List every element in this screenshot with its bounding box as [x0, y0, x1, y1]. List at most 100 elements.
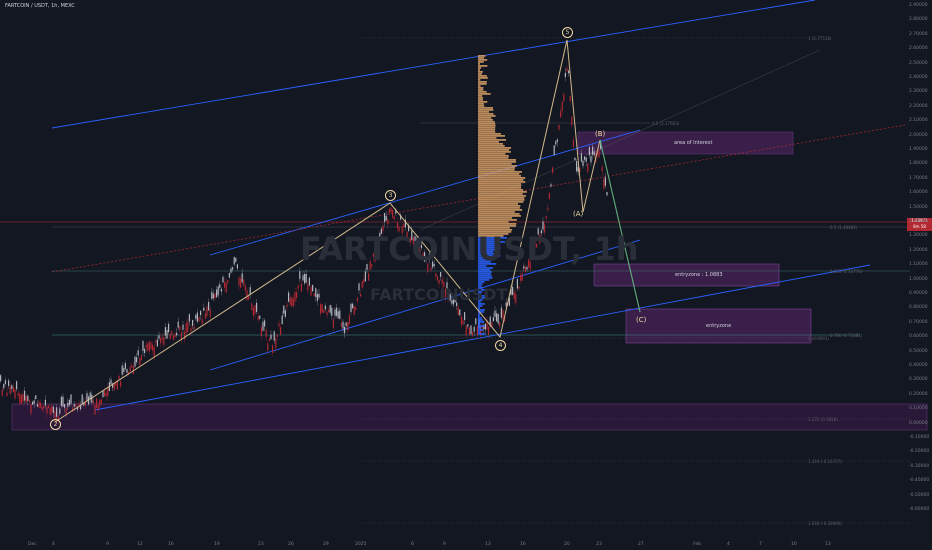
volume-profile-bar: [478, 149, 510, 151]
candle: [288, 292, 290, 302]
volume-profile-bar: [478, 169, 515, 171]
candle: [281, 315, 283, 325]
price-axis-label: 0.40000: [909, 363, 928, 368]
candle: [547, 207, 549, 210]
candle: [203, 307, 205, 311]
volume-profile-bar: [478, 259, 493, 261]
candle: [468, 327, 470, 335]
volume-profile-bar: [478, 95, 483, 97]
candle: [518, 286, 520, 289]
volume-profile-bar: [478, 157, 509, 159]
price-axis-label: 2.50000: [909, 60, 928, 66]
price-axis-label: 0.10000: [909, 406, 928, 412]
candle: [592, 146, 594, 155]
zone-bottom[interactable]: [11, 403, 928, 431]
volume-profile-bar: [478, 257, 496, 259]
volume-profile-bar: [478, 79, 481, 81]
candle: [403, 224, 405, 228]
volume-profile-bar: [478, 253, 496, 255]
volume-profile[interactable]: [478, 55, 527, 335]
candle: [276, 334, 278, 337]
candle: [4, 380, 6, 384]
candle: [576, 161, 578, 172]
candle: [604, 177, 606, 186]
candle: [304, 274, 306, 284]
candle: [345, 322, 347, 326]
candle: [129, 366, 131, 372]
candle: [411, 230, 413, 241]
candle: [73, 404, 75, 407]
candle: [590, 156, 592, 163]
volume-profile-bar: [478, 181, 526, 183]
candle: [500, 307, 502, 318]
candle: [313, 293, 315, 297]
price-axis-label: 1.50000: [909, 204, 928, 210]
candle: [532, 247, 534, 252]
chart-canvas[interactable]: [0, 0, 932, 550]
candle: [526, 266, 528, 270]
volume-profile-bar: [478, 109, 494, 111]
candle: [152, 344, 154, 351]
symbol-title: FARTCOIN / USDT, 1h, MEXC: [5, 3, 75, 9]
candle: [264, 320, 266, 327]
candle: [568, 70, 570, 74]
time-axis-label: Feb: [693, 542, 701, 547]
candle: [198, 316, 200, 322]
candle: [176, 332, 178, 336]
candle: [558, 124, 560, 130]
volume-profile-bar: [478, 277, 493, 279]
candle: [299, 271, 301, 280]
candle: [356, 297, 358, 302]
volume-profile-bar: [478, 161, 517, 163]
candle: [292, 298, 294, 307]
candle: [324, 305, 326, 310]
volume-profile-bar: [478, 171, 522, 173]
volume-profile-bar: [478, 61, 484, 63]
candle: [283, 305, 285, 314]
price-axis-label: 1.60000: [909, 190, 928, 196]
candle: [268, 338, 270, 342]
candle: [352, 303, 354, 309]
candle: [284, 310, 286, 317]
elliott-wave-path[interactable]: [54, 39, 641, 423]
time-axis-label: 10: [791, 542, 797, 547]
volume-profile-bar: [478, 89, 484, 91]
price-axis-label: 2.60000: [909, 46, 928, 52]
candle: [502, 310, 504, 319]
candle: [310, 286, 312, 296]
candle: [209, 309, 211, 318]
candle: [48, 405, 50, 409]
candle: [385, 215, 387, 221]
candle: [550, 184, 552, 187]
volume-profile-bar: [478, 145, 505, 147]
candle: [305, 273, 307, 283]
candle: [425, 256, 427, 260]
candle: [102, 390, 104, 398]
volume-profile-bar: [478, 269, 491, 271]
price-axis-label: 1.40000: [909, 219, 928, 224]
candle: [446, 282, 448, 289]
candle: [560, 111, 562, 118]
volume-profile-bar: [478, 333, 486, 335]
volume-profile-bar: [478, 291, 483, 293]
candle: [9, 386, 11, 394]
wave-a-label: (A): [573, 210, 584, 218]
channel-lines[interactable]: [51, 0, 871, 411]
candle: [33, 400, 35, 404]
price-axis-label: -0.60000: [909, 507, 930, 512]
candle: [38, 401, 40, 408]
candle: [344, 326, 346, 334]
candle: [267, 343, 269, 351]
candle: [25, 395, 27, 403]
candle: [488, 326, 490, 335]
candle: [340, 323, 342, 327]
candle: [272, 345, 274, 353]
candle: [249, 287, 251, 295]
price-axis-label: -0.10000: [909, 435, 930, 440]
volume-profile-bar: [478, 201, 524, 203]
volume-profile-bar: [478, 91, 487, 93]
candle: [361, 281, 363, 288]
volume-profile-bar: [478, 243, 498, 245]
volume-profile-bar: [478, 131, 496, 133]
volume-profile-bar: [478, 237, 508, 239]
